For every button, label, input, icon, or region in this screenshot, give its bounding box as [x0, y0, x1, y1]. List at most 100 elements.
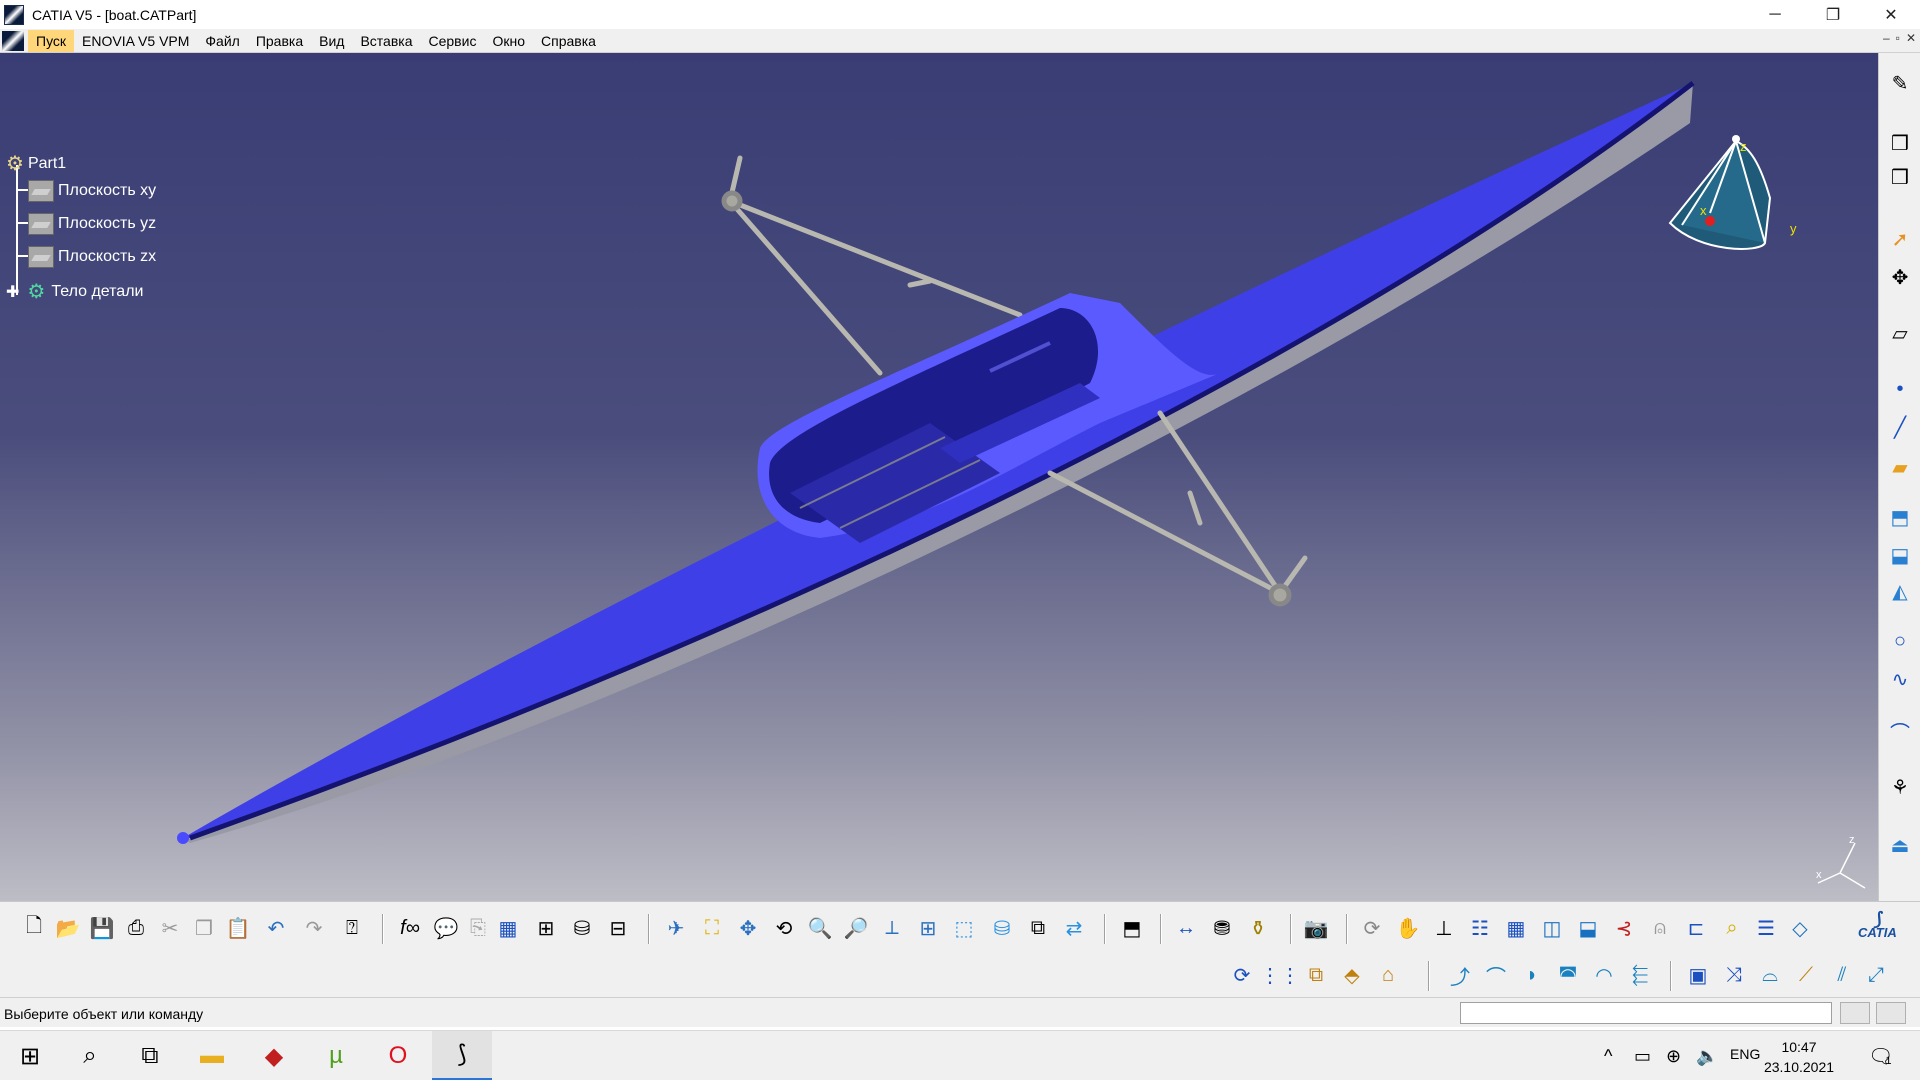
hand-icon[interactable]: ✋: [1394, 914, 1422, 942]
clock[interactable]: 10:47 23.10.2021: [1754, 1037, 1844, 1077]
line-icon[interactable]: ╱: [1886, 413, 1914, 441]
compass-widget[interactable]: z x y: [1668, 135, 1797, 250]
offset-icon[interactable]: ◚: [1554, 961, 1582, 989]
trim-icon[interactable]: ⟋: [1792, 961, 1820, 989]
tree-plane-xy[interactable]: Плоскость xy: [28, 180, 156, 202]
circle-icon[interactable]: ○: [1886, 627, 1914, 655]
restore-button[interactable]: ❐: [1804, 0, 1862, 29]
tray-chevron-icon[interactable]: ^: [1604, 1031, 1612, 1080]
measure-icon[interactable]: ⏏: [1886, 831, 1914, 859]
status-button-2[interactable]: [1876, 1002, 1906, 1024]
tessellate-icon[interactable]: ☰: [1752, 914, 1780, 942]
command-input[interactable]: [1460, 1002, 1832, 1024]
hide-show-icon[interactable]: ⧉: [1024, 914, 1052, 942]
list-icon[interactable]: ⌕: [1718, 914, 1746, 942]
curve-icon[interactable]: ⌒: [1886, 717, 1914, 745]
copy-icon[interactable]: ❐: [190, 914, 218, 942]
comment-icon[interactable]: 💬: [432, 914, 460, 942]
menu-insert[interactable]: Вставка: [352, 30, 420, 52]
revolve-icon[interactable]: ⬓: [1886, 541, 1914, 569]
measure-inertia-icon[interactable]: ⚱: [1244, 914, 1272, 942]
menu-view[interactable]: Вид: [311, 30, 352, 52]
paste-icon[interactable]: 📋: [224, 914, 252, 942]
menu-start[interactable]: Пуск: [28, 29, 75, 52]
search-icon[interactable]: ⌕: [60, 1031, 120, 1080]
transform-icon[interactable]: ⤢: [1862, 961, 1890, 989]
menu-help[interactable]: Справка: [533, 30, 604, 52]
status-button-1[interactable]: [1840, 1002, 1870, 1024]
tessellate-icon[interactable]: ◇: [1786, 914, 1814, 942]
open-icon[interactable]: 📂: [54, 914, 82, 942]
zoom-in-icon[interactable]: 🔍: [806, 914, 834, 942]
boolean-icon[interactable]: ⬘: [1338, 961, 1366, 989]
solid-icon[interactable]: ⬓: [1574, 914, 1602, 942]
new-icon[interactable]: 🗋: [20, 914, 48, 942]
tree-part-body[interactable]: ✚ ⚙ Тело детали: [6, 279, 143, 304]
redo-icon[interactable]: ↷: [300, 914, 328, 942]
chevron-icon[interactable]: ❒: [1886, 129, 1914, 157]
menu-enovia[interactable]: ENOVIA V5 VPM: [74, 30, 197, 52]
intersect-icon[interactable]: ⤨: [1720, 961, 1748, 989]
tree-plane-zx[interactable]: Плоскость zx: [28, 246, 156, 268]
axis-icon[interactable]: ⊥: [1430, 914, 1458, 942]
boat-model[interactable]: z x y z x: [0, 53, 1878, 901]
tree-icon[interactable]: ⊞: [532, 914, 560, 942]
projection-icon[interactable]: ▣: [1684, 961, 1712, 989]
app-red-icon[interactable]: ◆: [244, 1031, 304, 1080]
sketcher-icon[interactable]: ✎: [1886, 69, 1914, 97]
plane-icon[interactable]: ▰: [1886, 453, 1914, 481]
menu-file[interactable]: Файл: [197, 30, 247, 52]
join-icon[interactable]: ⤴: [1446, 961, 1474, 989]
minimize-button[interactable]: ─: [1746, 0, 1804, 29]
sketch-icon[interactable]: ▱: [1886, 319, 1914, 347]
fillet-icon[interactable]: ⌓: [1756, 961, 1784, 989]
close-button[interactable]: ✕: [1862, 0, 1920, 29]
clip-icon[interactable]: ⎘: [464, 914, 492, 942]
point-icon[interactable]: •: [1886, 375, 1914, 403]
menu-tools[interactable]: Сервис: [421, 30, 485, 52]
task-view-icon[interactable]: ⧉: [120, 1031, 180, 1080]
help-icon[interactable]: ⍰: [338, 914, 366, 942]
notifications-icon[interactable]: 🗨 1: [1868, 1031, 1893, 1080]
select-icon[interactable]: ➚: [1886, 225, 1914, 253]
fly-icon[interactable]: ✈: [662, 914, 690, 942]
tree-root-part1[interactable]: ⚙ Part1: [6, 151, 66, 176]
repeat-icon[interactable]: ⟳: [1228, 961, 1256, 989]
rotate-icon[interactable]: ⟲: [770, 914, 798, 942]
undo-icon[interactable]: ↶: [262, 914, 290, 942]
table-icon[interactable]: ▦: [494, 914, 522, 942]
doc-minimize-button[interactable]: –: [1883, 31, 1890, 45]
surface-icon[interactable]: ◫: [1538, 914, 1566, 942]
snap-icon[interactable]: ✥: [1886, 263, 1914, 291]
planes-icon[interactable]: ☷: [1466, 914, 1494, 942]
doc-restore-button[interactable]: ▫: [1896, 31, 1900, 45]
sweep-icon[interactable]: ◭: [1886, 577, 1914, 605]
untrim-icon[interactable]: ◗: [1518, 961, 1546, 989]
doc-close-button[interactable]: ✕: [1906, 31, 1916, 45]
measure-between-icon[interactable]: ↔: [1172, 914, 1200, 942]
menu-window[interactable]: Окно: [484, 30, 533, 52]
analysis-icon[interactable]: ⊏: [1682, 914, 1710, 942]
extrude-icon[interactable]: ⬒: [1886, 503, 1914, 531]
utorrent-icon[interactable]: µ: [306, 1031, 366, 1080]
document-icon[interactable]: [2, 30, 24, 51]
grid-points-icon[interactable]: ⋮⋮: [1260, 961, 1300, 989]
multi-section-icon[interactable]: ⍝: [1646, 914, 1674, 942]
multi-view-icon[interactable]: ⊞: [914, 914, 942, 942]
knowledge-icon[interactable]: ⊟: [604, 914, 632, 942]
zoom-out-icon[interactable]: 🔎: [842, 914, 870, 942]
analysis-icon[interactable]: ⚘: [1886, 773, 1914, 801]
windows-start-icon[interactable]: ⊞: [0, 1031, 60, 1080]
spline-icon[interactable]: ∿: [1886, 665, 1914, 693]
expand-plus-icon[interactable]: ✚: [6, 282, 19, 302]
tree-plane-yz[interactable]: Плоскость yz: [28, 213, 156, 235]
volume-icon[interactable]: 🔈: [1696, 1031, 1718, 1080]
shading-icon[interactable]: ⛁: [988, 914, 1016, 942]
cut-icon[interactable]: ✂: [156, 914, 184, 942]
print-icon[interactable]: ⎙: [122, 914, 150, 942]
measure-item-icon[interactable]: ⛃: [1208, 914, 1236, 942]
pan-icon[interactable]: ✥: [734, 914, 762, 942]
normal-view-icon[interactable]: ⟂: [878, 914, 906, 942]
network-icon[interactable]: ⊕: [1666, 1031, 1681, 1080]
update-icon[interactable]: ⟳: [1358, 914, 1386, 942]
